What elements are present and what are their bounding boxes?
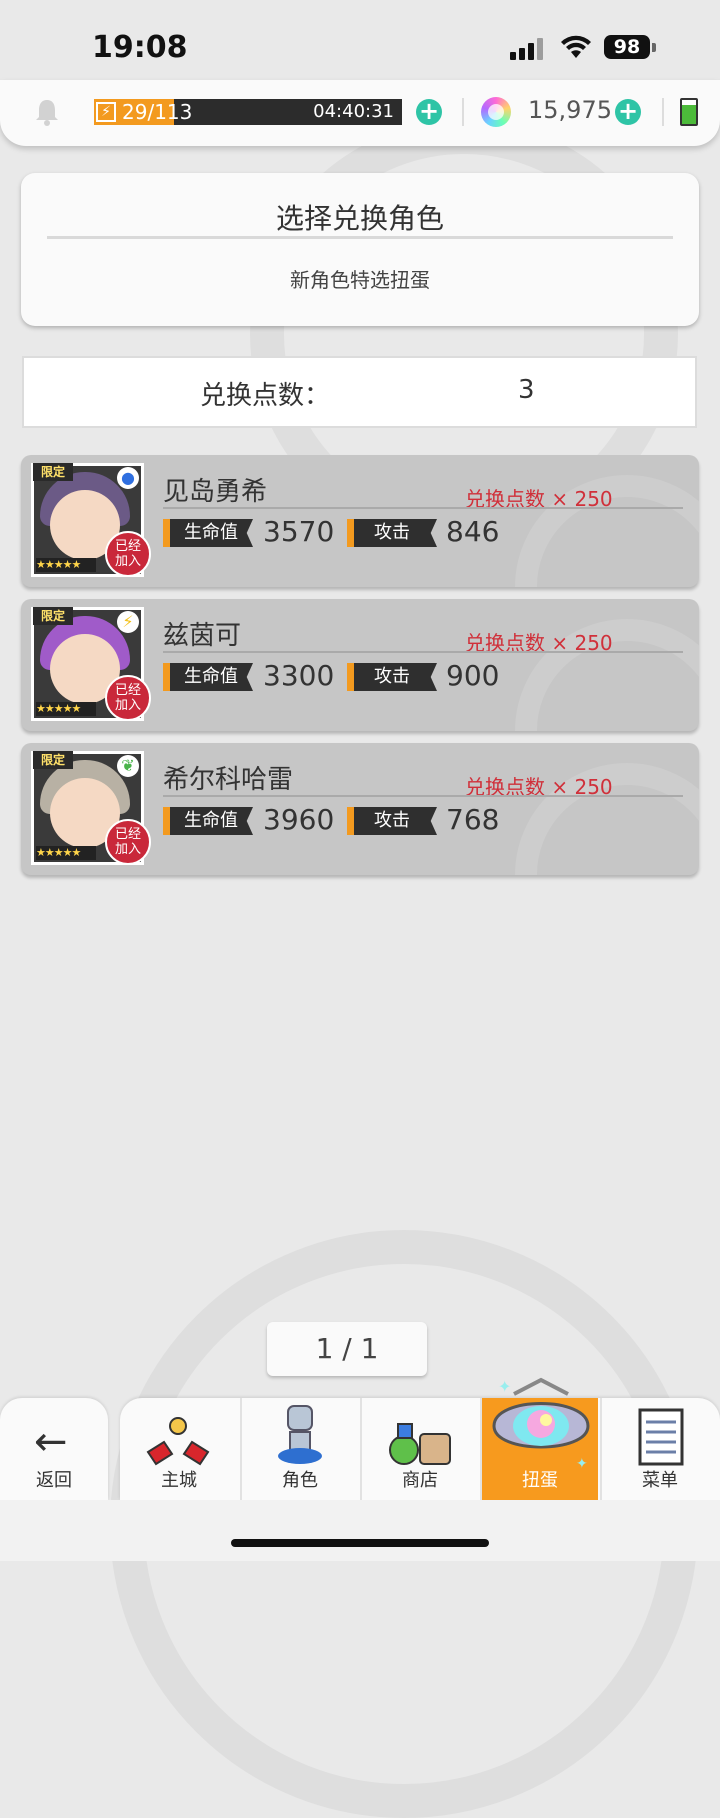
character-icon — [278, 1405, 322, 1464]
bottom-safe-area — [0, 1500, 720, 1561]
joined-badge: 已经 加入 — [105, 675, 151, 721]
leaf-icon: ❦ — [117, 755, 139, 777]
nav-label: 主城 — [161, 1470, 197, 1491]
attack-label: 攻击 — [347, 807, 437, 835]
limited-tag: 限定 — [33, 463, 73, 481]
character-card[interactable]: ★★★★★ 限定 ⚡ 已经 加入 兹茵可 兑换点数 × 250 生命值 3300 … — [21, 599, 699, 731]
card-divider — [163, 795, 683, 797]
stamina-value: 29/113 — [122, 100, 193, 124]
character-name: 希尔科哈雷 — [163, 765, 294, 795]
nav-group: 主城 角色 商店 ✦ ✦ 扭蛋 菜单 — [120, 1377, 720, 1500]
battery-level: 98 — [604, 35, 650, 59]
divider — [462, 98, 464, 126]
bell-icon[interactable] — [34, 98, 60, 126]
limited-tag: 限定 — [33, 607, 73, 625]
shop-icon — [389, 1423, 451, 1465]
nav-item-shop[interactable]: 商店 — [360, 1398, 478, 1500]
nav-label: 菜单 — [642, 1470, 678, 1491]
page-subtitle: 新角色特选扭蛋 — [290, 268, 430, 292]
nav-item-menu[interactable]: 菜单 — [600, 1398, 718, 1500]
nav-label: 扭蛋 — [522, 1470, 558, 1491]
attack-value: 768 — [446, 803, 500, 836]
back-arrow-icon: ← — [34, 1419, 68, 1465]
attack-label: 攻击 — [347, 519, 437, 547]
stamina-bar: ⚡ 29/113 04:40:31 — [94, 99, 402, 125]
exchange-points-label: 兑换点数： — [200, 381, 331, 411]
hp-value: 3960 — [263, 803, 335, 836]
joined-badge: 已经 加入 — [105, 531, 151, 577]
joined-badge: 已经 加入 — [105, 819, 151, 865]
page-title: 选择兑换角色 — [275, 202, 444, 235]
card-divider — [163, 507, 683, 509]
wifi-icon — [561, 35, 591, 58]
svg-text:✦: ✦ — [498, 1377, 511, 1396]
attack-value: 846 — [446, 515, 500, 548]
nav-item-character[interactable]: 角色 — [240, 1398, 358, 1500]
back-label: 返回 — [36, 1470, 72, 1491]
nav-item-home[interactable]: 主城 — [120, 1398, 238, 1500]
exchange-points-box: 兑换点数： 3 — [22, 356, 697, 428]
lightning-icon: ⚡ — [96, 102, 116, 122]
character-card[interactable]: ★★★★★ 限定 ❦ 已经 加入 希尔科哈雷 兑换点数 × 250 生命值 396… — [21, 743, 699, 875]
water-icon: ● — [117, 467, 139, 489]
resource-bar: ⚡ 29/113 04:40:31 + 15,975 + — [0, 80, 720, 146]
character-name: 兹茵可 — [163, 621, 242, 651]
lightning-icon: ⚡ — [117, 611, 139, 633]
gem-icon — [481, 97, 511, 127]
castle-icon — [146, 1417, 210, 1466]
bottom-nav: ← 返回 主城 角色 商店 ✦ ✦ 扭蛋 菜单 — [0, 1377, 720, 1500]
gacha-icon: ✦ ✦ — [492, 1377, 590, 1472]
menu-icon — [638, 1408, 684, 1466]
back-button[interactable]: ← 返回 — [0, 1398, 108, 1500]
hp-label: 生命值 — [163, 807, 253, 835]
hp-value: 3300 — [263, 659, 335, 692]
battery-nub — [652, 43, 656, 52]
star-rating: ★★★★★ — [36, 846, 96, 860]
hp-label: 生命值 — [163, 519, 253, 547]
gem-count: 15,975 — [528, 96, 612, 124]
hp-value: 3570 — [263, 515, 335, 548]
stamina-timer: 04:40:31 — [313, 101, 394, 122]
limited-tag: 限定 — [33, 751, 73, 769]
status-time: 19:08 — [92, 30, 188, 65]
hp-label: 生命值 — [163, 663, 253, 691]
add-gems-button[interactable]: + — [615, 99, 641, 125]
add-stamina-button[interactable]: + — [416, 99, 442, 125]
home-indicator[interactable] — [231, 1539, 489, 1547]
divider — [662, 98, 664, 126]
attack-label: 攻击 — [347, 663, 437, 691]
character-name: 见岛勇希 — [163, 477, 268, 507]
title-divider — [47, 236, 673, 239]
card-divider — [163, 651, 683, 653]
status-bar: 19:08 98 — [0, 0, 720, 90]
star-rating: ★★★★★ — [36, 558, 96, 572]
attack-value: 900 — [446, 659, 500, 692]
nav-label: 商店 — [402, 1470, 438, 1491]
exchange-points-value: 3 — [518, 375, 535, 405]
page-indicator[interactable]: 1 / 1 — [267, 1322, 427, 1376]
signal-icon — [510, 38, 546, 60]
star-rating: ★★★★★ — [36, 702, 96, 716]
character-card[interactable]: ★★★★★ 限定 ● 已经 加入 见岛勇希 兑换点数 × 250 生命值 3570… — [21, 455, 699, 587]
battery-icon — [680, 98, 698, 126]
nav-item-gacha[interactable]: ✦ ✦ 扭蛋 — [480, 1377, 598, 1500]
title-card: 选择兑换角色 新角色特选扭蛋 — [21, 173, 699, 326]
nav-label: 角色 — [282, 1470, 318, 1491]
